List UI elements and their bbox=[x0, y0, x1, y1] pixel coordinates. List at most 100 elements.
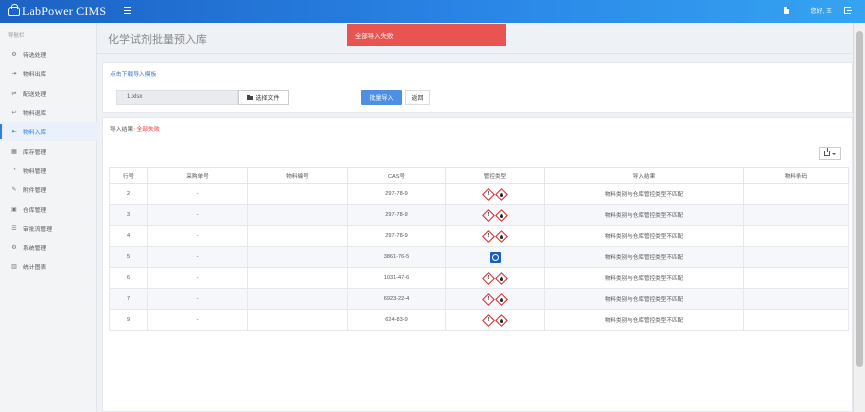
scroll-thumb[interactable] bbox=[856, 31, 863, 367]
result-table: 行号 采购单号 物料编号 CAS号 管控类型 导入结果 物料条码 2-297-78-9! 物料… bbox=[109, 167, 849, 331]
cell-po: - bbox=[147, 225, 248, 247]
export-icon: ⇥ bbox=[11, 71, 17, 78]
cell-cas: 6923-22-4 bbox=[347, 288, 446, 310]
page-scrollbar[interactable] bbox=[853, 23, 865, 412]
cell-code bbox=[247, 204, 348, 226]
table-row: 3- 297-78-9! 物料类别与仓库管控类型不匹配 bbox=[109, 204, 849, 226]
sidebar-item-2[interactable]: ⇌ 配送处理 bbox=[0, 84, 97, 103]
cell-result: 物料类别与仓库管控类型不匹配 bbox=[544, 225, 744, 247]
back-button[interactable]: 返回 bbox=[405, 90, 430, 105]
import-result-label: 导入结果: bbox=[110, 127, 135, 133]
flame-hazard-icon bbox=[495, 292, 508, 306]
cell-po: - bbox=[147, 204, 248, 226]
settings-icon: ⚙ bbox=[11, 245, 17, 252]
approval-icon: ☰ bbox=[11, 225, 17, 232]
logout-icon[interactable] bbox=[844, 7, 852, 14]
truck-icon: ⇌ bbox=[11, 90, 17, 97]
table-row: 5- 3861-76-5 物料类别与仓库管控类型不匹配 bbox=[109, 246, 849, 268]
sidebar-item-1[interactable]: ⇥ 物料出库 bbox=[0, 64, 97, 83]
sidebar-item-label: 审批流管理 bbox=[23, 226, 52, 233]
table-row: 9- 624-83-9! 物料类别与仓库管控类型不匹配 bbox=[109, 309, 849, 331]
exclamation-hazard-icon: ! bbox=[482, 313, 495, 327]
sidebar-nav: ⚙ 待选处理 ⇥ 物料出库 ⇌ 配送处理 ↩ 物料退库 ⇤ 物料入库 ▦ 库存管理 ◔ 物料管理 ✎ 附件管理… bbox=[0, 45, 97, 277]
logo-icon bbox=[8, 4, 20, 16]
user-area: 您好, 王 bbox=[783, 6, 852, 15]
exclamation-hazard-icon: ! bbox=[482, 187, 495, 201]
control-type-cell: ! bbox=[445, 204, 545, 226]
cell-result: 物料类别与仓库管控类型不匹配 bbox=[544, 246, 744, 268]
error-toast: 全部导入失败 bbox=[347, 24, 506, 46]
sidebar-item-8[interactable]: ▣ 仓库管理 bbox=[0, 199, 97, 218]
control-type-cell: ! bbox=[445, 309, 545, 331]
cell-barcode bbox=[743, 288, 849, 310]
cell-barcode bbox=[743, 183, 849, 205]
table-row: 7- 6923-22-4! 物料类别与仓库管控类型不匹配 bbox=[109, 288, 849, 310]
app-logo[interactable]: LabPower CIMS bbox=[8, 4, 106, 19]
column-header: 行号 bbox=[109, 167, 148, 184]
cell-code bbox=[247, 309, 348, 331]
sidebar-item-5[interactable]: ▦ 库存管理 bbox=[0, 141, 97, 160]
table-row: 2- 297-78-9! 物料类别与仓库管控类型不匹配 bbox=[109, 183, 849, 205]
cell-barcode bbox=[743, 225, 849, 247]
sidebar-item-7[interactable]: ✎ 附件管理 bbox=[0, 180, 97, 199]
control-type-cell: ! bbox=[445, 183, 545, 205]
sidebar-item-label: 统计图表 bbox=[23, 265, 47, 272]
return-icon: ↩ bbox=[11, 110, 17, 117]
cell-po: - bbox=[147, 183, 248, 205]
inventory-icon: ▦ bbox=[11, 148, 17, 155]
batch-import-button[interactable]: 批量导入 bbox=[361, 90, 402, 105]
exclamation-hazard-icon: ! bbox=[482, 208, 495, 222]
cell-barcode bbox=[743, 309, 849, 331]
sidebar-item-label: 配送处理 bbox=[23, 91, 47, 98]
cell-result: 物料类别与仓库管控类型不匹配 bbox=[544, 183, 744, 205]
file-name-field[interactable]: 1.xlsx bbox=[116, 90, 238, 105]
sidebar-item-4[interactable]: ⇤ 物料入库 bbox=[0, 122, 97, 142]
exclamation-hazard-icon: ! bbox=[482, 292, 495, 306]
control-type-cell: ! bbox=[445, 225, 545, 247]
cell-result: 物料类别与仓库管控类型不匹配 bbox=[544, 204, 744, 226]
flask-icon: ◔ bbox=[12, 167, 16, 174]
cell-barcode bbox=[743, 204, 849, 226]
import-result: 导入结果: 全部失败 bbox=[110, 124, 160, 133]
sidebar-item-3[interactable]: ↩ 物料退库 bbox=[0, 103, 97, 122]
cell-cas: 297-78-9 bbox=[347, 183, 446, 205]
cell-row: 7 bbox=[109, 288, 148, 310]
cell-cas: 1031-47-6 bbox=[347, 267, 446, 289]
cell-row: 9 bbox=[109, 309, 148, 331]
sidebar-item-9[interactable]: ☰ 审批流管理 bbox=[0, 219, 97, 238]
user-greeting[interactable]: 您好, 王 bbox=[811, 6, 832, 15]
control-type-cell: ! bbox=[445, 288, 545, 310]
sidebar-item-6[interactable]: ◔ 物料管理 bbox=[0, 161, 97, 180]
cell-barcode bbox=[743, 267, 849, 289]
result-panel: 导入结果: 全部失败 行号 采购单号 物料编号 CAS号 管控类型 导入结果 物料条码 2-… bbox=[102, 117, 853, 412]
sidebar-item-0[interactable]: ⚙ 待选处理 bbox=[0, 45, 97, 64]
top-bar: LabPower CIMS 您好, 王 bbox=[0, 0, 865, 23]
cell-code bbox=[247, 288, 348, 310]
choose-file-button[interactable]: 选择文件 bbox=[238, 90, 289, 105]
document-icon[interactable] bbox=[783, 7, 789, 14]
chevron-down-icon bbox=[832, 152, 836, 155]
chart-icon: ▥ bbox=[11, 264, 17, 271]
sidebar-item-11[interactable]: ▥ 统计图表 bbox=[0, 257, 97, 276]
cell-row: 6 bbox=[109, 267, 148, 289]
cell-row: 4 bbox=[109, 225, 148, 247]
column-header: CAS号 bbox=[347, 167, 446, 184]
sidebar-item-10[interactable]: ⚙ 系统管理 bbox=[0, 238, 97, 257]
cell-cas: 3861-76-5 bbox=[347, 246, 446, 268]
app-title: LabPower CIMS bbox=[22, 4, 107, 18]
cell-code bbox=[247, 246, 348, 268]
download-template-link[interactable]: 点击下载导入模板 bbox=[110, 69, 156, 78]
flame-hazard-icon bbox=[495, 313, 508, 327]
cell-result: 物料类别与仓库管控类型不匹配 bbox=[544, 309, 744, 331]
menu-toggle-icon[interactable] bbox=[124, 7, 131, 14]
exclamation-hazard-icon: ! bbox=[482, 229, 495, 243]
cell-po: - bbox=[147, 309, 248, 331]
cell-cas: 297-78-9 bbox=[347, 204, 446, 226]
sidebar-item-label: 物料管理 bbox=[23, 168, 47, 175]
column-header: 物料条码 bbox=[743, 167, 849, 184]
title-divider bbox=[97, 53, 853, 54]
page-title: 化学试剂批量预入库 bbox=[108, 34, 207, 46]
table-header-row: 行号 采购单号 物料编号 CAS号 管控类型 导入结果 物料条码 bbox=[109, 167, 849, 184]
export-button[interactable] bbox=[819, 147, 841, 160]
sidebar-title: 导航栏 bbox=[8, 33, 25, 39]
